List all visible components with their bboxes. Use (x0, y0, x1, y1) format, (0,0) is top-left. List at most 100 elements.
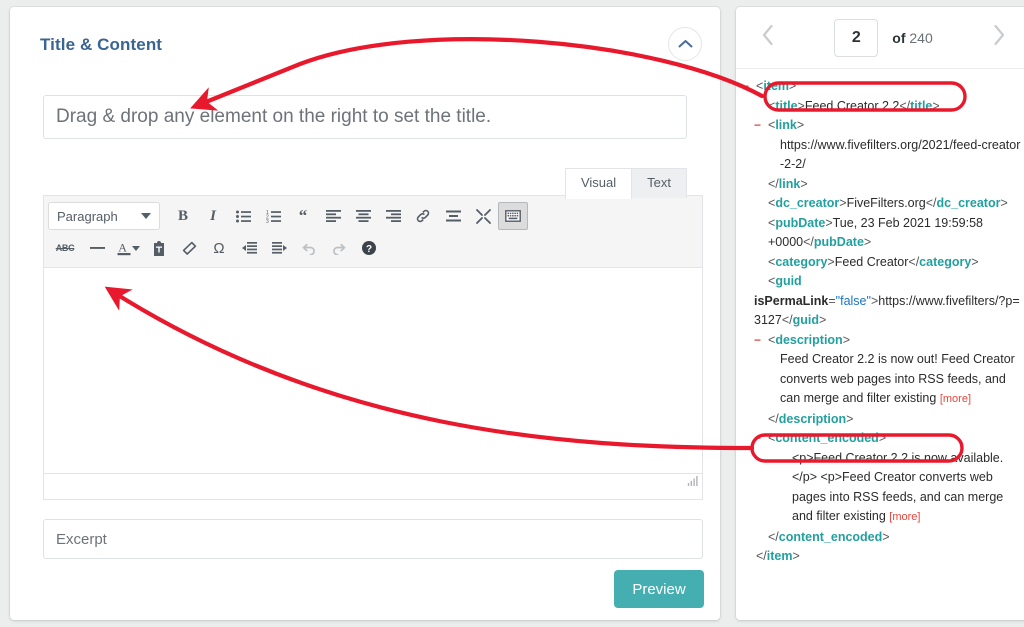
preview-button[interactable]: Preview (614, 570, 704, 608)
xml-tag-category-open: category (775, 254, 828, 269)
xml-tag-content-encoded-close: content_encoded (778, 529, 883, 544)
xml-value-link: https://www.fivefilters.org/2021/feed-cr… (780, 137, 1021, 172)
collapse-panel-button[interactable] (668, 27, 702, 61)
tab-visual[interactable]: Visual (564, 168, 633, 199)
bold-icon: B (177, 207, 188, 224)
content-encoded-more-link[interactable]: [more] (889, 511, 920, 523)
chevron-up-icon (678, 39, 693, 49)
indent-icon (271, 242, 287, 254)
xml-tag-title-open: title (775, 98, 798, 113)
page-number-input[interactable]: 2 (834, 18, 879, 57)
xml-tag-item: item (763, 79, 790, 93)
numbered-list-button[interactable]: 123 (258, 202, 288, 230)
read-more-button[interactable] (438, 202, 468, 230)
xml-node-category[interactable]: <category>Feed Creator</category> (742, 253, 1021, 273)
xml-value-title: Feed Creator 2.2 (804, 98, 900, 113)
insert-link-button[interactable] (408, 202, 438, 230)
xml-node-item-close: </item> (756, 549, 800, 563)
xml-tag-guid-open: guid (775, 274, 802, 288)
help-button[interactable]: ? (354, 234, 384, 262)
chevron-right-icon (991, 23, 1007, 52)
editor-toolbar: Paragraph B I 1 2 3 “ ABC A Ω ? (44, 196, 702, 268)
xml-node-pubdate[interactable]: <pubDate>Tue, 23 Feb 2021 19:59:58 +0000… (742, 214, 1021, 253)
collapse-toggle-link[interactable]: − (754, 116, 761, 136)
horizontal-rule-icon (89, 246, 105, 250)
fullscreen-icon (475, 208, 491, 224)
italic-button[interactable]: I (198, 202, 228, 230)
xml-tag-dc-creator-close: dc_creator (936, 196, 1001, 210)
paragraph-format-select[interactable]: Paragraph (48, 202, 160, 230)
page-title: Title & Content (40, 35, 163, 54)
toolbar-toggle-button[interactable] (498, 202, 528, 230)
xml-tree-view: − <item> <title>Feed Creator 2.2</title>… (736, 69, 1024, 620)
clear-formatting-button[interactable] (174, 234, 204, 262)
bulleted-list-button[interactable] (228, 202, 258, 230)
xml-description-text: Feed Creator 2.2 is now out! Feed Creato… (780, 352, 1015, 405)
undo-icon (301, 241, 317, 255)
xml-tag-description-close: description (778, 411, 847, 426)
collapse-toggle-item[interactable]: − (742, 77, 749, 97)
omega-icon: Ω (213, 239, 225, 257)
previous-item-button[interactable] (748, 18, 788, 58)
xml-value-dc-creator: FiveFilters.org (846, 196, 926, 210)
redo-button[interactable] (324, 234, 354, 262)
toolbar-toggle-icon (505, 210, 521, 222)
xml-node-title[interactable]: <title>Feed Creator 2.2</title> (742, 97, 1021, 117)
blockquote-icon: “ (298, 206, 308, 225)
svg-text:A: A (118, 241, 127, 255)
read-more-icon (445, 210, 461, 222)
align-center-icon (355, 210, 371, 222)
bold-button[interactable]: B (168, 202, 198, 230)
next-item-button[interactable] (979, 18, 1019, 58)
chevron-down-icon (141, 213, 151, 219)
text-color-dropdown-icon[interactable] (132, 245, 140, 251)
xml-tag-dc-creator-open: dc_creator (775, 196, 840, 210)
indent-button[interactable] (264, 234, 294, 262)
resize-grip-icon[interactable] (687, 474, 699, 492)
align-center-button[interactable] (348, 202, 378, 230)
xml-node-guid[interactable]: <guid (742, 272, 1021, 292)
align-left-button[interactable] (318, 202, 348, 230)
pagination-center: 2 of 240 (788, 18, 979, 57)
editor-content-area[interactable] (44, 268, 702, 473)
description-more-link[interactable]: [more] (940, 393, 971, 405)
xml-node-content-encoded-open[interactable]: − <content_encoded> (742, 429, 1021, 449)
title-and-content-panel: Title & Content Visual Text Paragraph (10, 7, 720, 620)
xml-node-dc-creator[interactable]: <dc_creator>FiveFilters.org</dc_creator> (742, 194, 1021, 214)
xml-tag-pubdate-close: pubDate (813, 235, 864, 249)
xml-value-category: Feed Creator (834, 254, 909, 269)
xml-node-link-open: − <link> (742, 116, 1021, 136)
special-character-button[interactable]: Ω (204, 234, 234, 262)
paragraph-format-value: Paragraph (57, 208, 118, 224)
total-count: 240 (909, 29, 933, 46)
xml-node-description-open: − <description> (742, 331, 1021, 351)
xml-node-link-close: </link> (768, 176, 808, 191)
italic-icon: I (210, 207, 216, 224)
strikethrough-icon: ABC (55, 243, 75, 253)
xml-tag-title-close: title (910, 98, 933, 113)
redo-icon (331, 241, 347, 255)
align-right-button[interactable] (378, 202, 408, 230)
xml-attr-value-ispermalink: "false" (835, 293, 871, 308)
outdent-icon (241, 242, 257, 254)
title-input[interactable] (43, 95, 687, 139)
outdent-button[interactable] (234, 234, 264, 262)
strikethrough-button[interactable]: ABC (48, 234, 82, 262)
paste-as-text-button[interactable] (144, 234, 174, 262)
collapse-toggle-content-encoded[interactable]: − (754, 429, 761, 449)
excerpt-input[interactable] (43, 519, 703, 559)
editor-mode-tabs: Visual Text (564, 167, 687, 199)
undo-button[interactable] (294, 234, 324, 262)
align-left-icon (325, 210, 341, 222)
collapse-toggle-description[interactable]: − (754, 331, 761, 351)
horizontal-rule-button[interactable] (82, 234, 112, 262)
xml-tag-description-open: description (775, 332, 843, 347)
xml-value-content-encoded: <p>Feed Creator 2.2 is now available.</p… (742, 449, 1021, 528)
tab-text[interactable]: Text (631, 168, 687, 198)
editor-toolbar-row-2: ABC A Ω ? (48, 232, 698, 264)
eraser-icon (181, 241, 197, 255)
xml-tag-content-encoded-open: content_encoded (775, 431, 879, 445)
fullscreen-button[interactable] (468, 202, 498, 230)
blockquote-button[interactable]: “ (288, 202, 318, 230)
chevron-left-icon (760, 23, 776, 52)
